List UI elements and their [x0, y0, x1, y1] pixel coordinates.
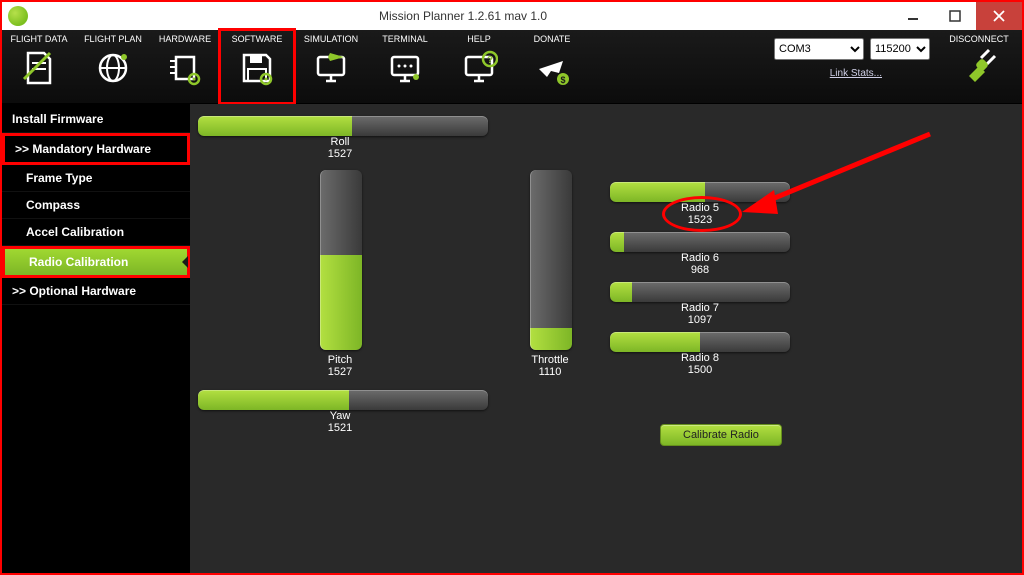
toolbar-label: HARDWARE — [159, 34, 211, 44]
connection-panel: COM3 115200 — [774, 30, 936, 103]
yaw-bar — [198, 390, 488, 410]
radio-calibration-panel: Roll1527 Pitch1527 Yaw1521 Throttle1110 … — [190, 104, 1022, 573]
throttle-label: Throttle1110 — [490, 354, 610, 378]
titlebar: Mission Planner 1.2.61 mav 1.0 — [2, 2, 1022, 30]
radio7-label: Radio 71097 — [640, 302, 760, 326]
svg-text:$: $ — [560, 75, 565, 85]
toolbar-label: HELP — [467, 34, 491, 44]
radio5-bar — [610, 182, 790, 202]
toolbar-label: DONATE — [534, 34, 571, 44]
disconnect-button[interactable]: DISCONNECT — [936, 30, 1022, 103]
com-port-select[interactable]: COM3 — [774, 38, 864, 60]
radio6-label: Radio 6968 — [640, 252, 760, 276]
tab-terminal[interactable]: TERMINAL — [368, 30, 442, 103]
tab-flight-data[interactable]: FLIGHT DATA — [2, 30, 76, 103]
window-title: Mission Planner 1.2.61 mav 1.0 — [34, 9, 892, 23]
sidebar-item-install-firmware[interactable]: Install Firmware — [2, 106, 190, 133]
link-stats-link[interactable]: Link Stats... — [830, 68, 882, 79]
tab-donate[interactable]: DONATE $ — [516, 30, 588, 103]
calibrate-radio-button[interactable]: Calibrate Radio — [660, 424, 782, 446]
sidebar-item-mandatory-hardware[interactable]: >> Mandatory Hardware — [2, 133, 190, 165]
sidebar-item-optional-hardware[interactable]: >> Optional Hardware — [2, 278, 190, 305]
toolbar-label: TERMINAL — [382, 34, 428, 44]
sidebar: Install Firmware >> Mandatory Hardware F… — [2, 104, 190, 573]
pitch-bar — [320, 170, 362, 350]
tab-hardware[interactable]: HARDWARE — [150, 30, 220, 103]
save-icon — [237, 48, 277, 88]
plane-dollar-icon: $ — [532, 48, 572, 88]
toolbar-label: SIMULATION — [304, 34, 358, 44]
app-icon — [8, 6, 28, 26]
sidebar-item-accel-calibration[interactable]: Accel Calibration — [2, 219, 190, 246]
sidebar-item-frame-type[interactable]: Frame Type — [2, 165, 190, 192]
radio8-label: Radio 81500 — [640, 352, 760, 376]
roll-bar — [198, 116, 488, 136]
sidebar-item-radio-calibration[interactable]: Radio Calibration — [2, 246, 190, 278]
annotation-arrow — [730, 124, 940, 234]
globe-icon — [93, 48, 133, 88]
tab-flight-plan[interactable]: FLIGHT PLAN — [76, 30, 150, 103]
baud-select[interactable]: 115200 — [870, 38, 930, 60]
toolbar-label: FLIGHT DATA — [10, 34, 67, 44]
pitch-label: Pitch1527 — [280, 354, 400, 378]
minimize-button[interactable] — [892, 2, 934, 30]
sidebar-item-compass[interactable]: Compass — [2, 192, 190, 219]
tab-software[interactable]: SOFTWARE — [220, 30, 294, 103]
tab-help[interactable]: HELP ? — [442, 30, 516, 103]
radio5-label: Radio 51523 — [640, 202, 760, 226]
doc-icon — [19, 48, 59, 88]
maximize-button[interactable] — [934, 2, 976, 30]
toolbar-label: SOFTWARE — [232, 34, 283, 44]
throttle-bar — [530, 170, 572, 350]
main-toolbar: FLIGHT DATA FLIGHT PLAN HARDWARE SOFTWAR… — [2, 30, 1022, 104]
yaw-label: Yaw1521 — [280, 410, 400, 434]
radio8-bar — [610, 332, 790, 352]
plug-icon — [959, 46, 999, 86]
toolbar-label: FLIGHT PLAN — [84, 34, 142, 44]
disconnect-label: DISCONNECT — [949, 34, 1009, 44]
monitor-plane-icon — [311, 48, 351, 88]
radio6-bar — [610, 232, 790, 252]
help-icon: ? — [459, 48, 499, 88]
chip-icon — [165, 48, 205, 88]
terminal-icon — [385, 48, 425, 88]
roll-label: Roll1527 — [280, 136, 400, 160]
radio7-bar — [610, 282, 790, 302]
svg-text:?: ? — [487, 55, 493, 66]
close-button[interactable] — [976, 2, 1022, 30]
tab-simulation[interactable]: SIMULATION — [294, 30, 368, 103]
